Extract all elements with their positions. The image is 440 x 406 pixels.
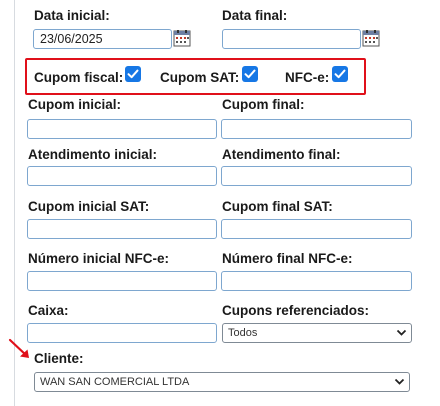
cupom-inicial-input[interactable] xyxy=(27,119,217,139)
cupom-fiscal-checkbox[interactable] xyxy=(125,66,141,82)
cupons-referenciados-select[interactable]: Todos xyxy=(222,323,412,343)
calendar-icon[interactable] xyxy=(362,30,380,47)
nfce-label: NFC-e: xyxy=(285,70,330,85)
cupom-inicial-label: Cupom inicial: xyxy=(28,97,122,112)
cliente-selected: WAN SAN COMERCIAL LTDA xyxy=(40,376,190,388)
red-arrow-icon xyxy=(8,338,29,358)
cupom-final-label: Cupom final: xyxy=(222,97,305,112)
cupons-referenciados-label: Cupons referenciados: xyxy=(222,303,370,318)
numero-inicial-nfce-input[interactable] xyxy=(27,271,217,291)
nfce-checkbox[interactable] xyxy=(332,66,348,82)
cupom-sat-label: Cupom SAT: xyxy=(160,70,240,85)
numero-final-nfce-label: Número final NFC-e: xyxy=(222,251,353,266)
cliente-label: Cliente: xyxy=(34,351,84,366)
numero-inicial-nfce-label: Número inicial NFC-e: xyxy=(28,251,170,266)
atendimento-final-input[interactable] xyxy=(221,166,412,186)
chevron-down-icon xyxy=(394,378,405,385)
atendimento-inicial-label: Atendimento inicial: xyxy=(28,147,158,162)
checkmark-icon xyxy=(127,69,139,79)
data-inicial-label: Data inicial: xyxy=(34,8,110,23)
atendimento-inicial-input[interactable] xyxy=(27,166,217,186)
cupom-fiscal-label: Cupom fiscal: xyxy=(34,70,124,85)
cupom-inicial-sat-label: Cupom inicial SAT: xyxy=(28,199,150,214)
data-final-label: Data final: xyxy=(222,8,288,23)
caixa-label: Caixa: xyxy=(28,303,69,318)
chevron-down-icon xyxy=(396,329,407,336)
data-final-input[interactable] xyxy=(222,29,361,49)
checkmark-icon xyxy=(244,69,256,79)
atendimento-final-label: Atendimento final: xyxy=(222,147,341,162)
cupons-referenciados-selected: Todos xyxy=(228,327,258,339)
cupom-final-input[interactable] xyxy=(221,119,412,139)
numero-final-nfce-input[interactable] xyxy=(221,271,412,291)
checkmark-icon xyxy=(334,69,346,79)
caixa-input[interactable] xyxy=(27,323,217,343)
cliente-select[interactable]: WAN SAN COMERCIAL LTDA xyxy=(34,372,410,392)
cupom-final-sat-input[interactable] xyxy=(221,219,412,239)
cupom-inicial-sat-input[interactable] xyxy=(27,219,217,239)
calendar-icon[interactable] xyxy=(173,30,191,47)
data-inicial-input[interactable] xyxy=(33,29,172,49)
cupom-sat-checkbox[interactable] xyxy=(242,66,258,82)
cupom-final-sat-label: Cupom final SAT: xyxy=(222,199,333,214)
